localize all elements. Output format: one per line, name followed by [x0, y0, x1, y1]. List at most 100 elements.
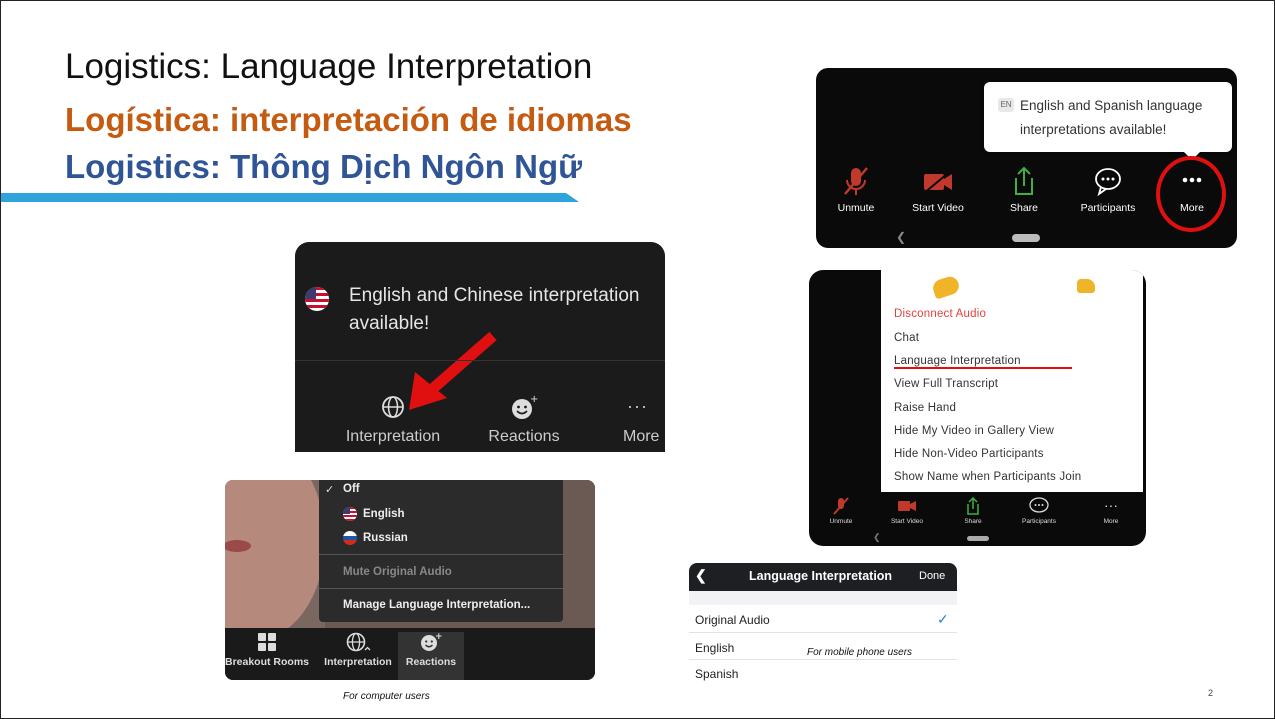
android-back-icon[interactable]: ❮	[873, 532, 881, 543]
off-label: Off	[343, 483, 360, 495]
more-dots-icon: ···	[627, 396, 648, 416]
done-button[interactable]: Done	[919, 570, 945, 582]
participants-label: Participants	[1022, 518, 1056, 525]
start-video-button[interactable]: Start Video	[898, 164, 978, 214]
row-divider	[689, 632, 957, 633]
mobile-interpretation-screenshot: ❮ Language Interpretation Done Original …	[689, 563, 957, 687]
reactions-button[interactable]: + Reactions	[398, 632, 464, 680]
english-label: English	[363, 508, 405, 520]
hide-my-video-item[interactable]: Hide My Video in Gallery View	[894, 425, 1054, 437]
unmute-label: Unmute	[829, 518, 853, 525]
interpretation-button[interactable]: Interpretation	[317, 632, 399, 680]
more-menu: Disconnect Audio Chat Language Interpret…	[881, 270, 1143, 492]
video-off-icon	[898, 164, 978, 198]
english-option[interactable]: English	[695, 641, 734, 655]
mobile-toolbar-screenshot: EN English and Spanish language interpre…	[816, 68, 1237, 248]
share-icon	[967, 496, 979, 515]
clap-icon[interactable]	[930, 274, 962, 300]
us-flag-icon	[343, 507, 357, 521]
language-interpretation-underline	[894, 367, 1072, 369]
share-label: Share	[964, 518, 982, 525]
microphone-muted-icon	[833, 497, 849, 515]
mute-original-audio-option[interactable]: Mute Original Audio	[343, 566, 452, 578]
interpretation-button[interactable]: Interpretation	[335, 394, 451, 446]
check-icon: ✓	[325, 484, 335, 496]
more-label: More	[623, 428, 660, 445]
emoji-plus-icon: +	[421, 632, 442, 651]
disconnect-audio-item[interactable]: Disconnect Audio	[894, 308, 986, 320]
start-video-button[interactable]: Start Video	[875, 496, 939, 525]
interpretation-dropdown: ✓ Off English Russian Mute Original Audi…	[319, 480, 563, 622]
more-label: More	[1103, 518, 1119, 525]
chat-item[interactable]: Chat	[894, 332, 919, 344]
share-icon	[984, 164, 1064, 198]
raise-hand-item[interactable]: Raise Hand	[894, 402, 956, 414]
original-audio-option[interactable]: Original Audio	[695, 613, 770, 627]
desktop-tooltip-screenshot: English and Chinese interpretation avail…	[295, 242, 665, 452]
title-english: Logistics: Language Interpretation	[65, 47, 593, 86]
row-divider	[689, 659, 957, 660]
more-dots-icon: ···	[1104, 497, 1118, 513]
unmute-button[interactable]: Unmute	[816, 164, 896, 214]
interpretation-label: Interpretation	[324, 656, 392, 668]
tooltip-text: English and Spanish language interpretat…	[1020, 98, 1203, 137]
share-label: Share	[1009, 202, 1039, 214]
interpretation-header: ❮ Language Interpretation Done	[689, 563, 957, 591]
show-name-item[interactable]: Show Name when Participants Join	[894, 471, 1081, 483]
page-number: 2	[1208, 688, 1214, 698]
thumbs-up-icon[interactable]	[1077, 279, 1095, 293]
participants-button[interactable]: Participants	[1068, 164, 1148, 214]
more-button[interactable]: ··· More	[1079, 496, 1143, 525]
unmute-button[interactable]: Unmute	[809, 496, 873, 525]
interpretation-available-tooltip: EN English and Spanish language interpre…	[984, 82, 1232, 160]
view-full-transcript-item[interactable]: View Full Transcript	[894, 378, 998, 390]
share-button[interactable]: Share	[984, 164, 1064, 214]
globe-icon	[382, 396, 404, 418]
android-home-pill[interactable]	[967, 536, 989, 541]
title-spanish: Logística: interpretación de idiomas	[65, 101, 632, 138]
video-off-icon	[898, 501, 916, 511]
reactions-button[interactable]: + Reactions	[479, 394, 569, 446]
share-button[interactable]: Share	[941, 496, 1005, 525]
unmute-label: Unmute	[837, 202, 875, 214]
participants-button[interactable]: Participants	[1007, 496, 1071, 525]
menu-divider	[319, 554, 563, 555]
start-video-label: Start Video	[912, 202, 964, 214]
mobile-more-menu-screenshot: Disconnect Audio Chat Language Interpret…	[809, 270, 1146, 546]
grid-icon	[258, 633, 276, 651]
breakout-rooms-label: Breakout Rooms	[225, 656, 309, 668]
language-interpretation-item[interactable]: Language Interpretation	[894, 355, 1021, 367]
check-icon: ✓	[937, 611, 949, 627]
svg-text:+: +	[530, 394, 538, 405]
title-vietnamese: Logistics: Thông Dịch Ngôn Ngữ	[65, 148, 583, 185]
chat-bubble-icon	[1029, 497, 1049, 513]
start-video-label: Start Video	[890, 518, 924, 525]
russian-flag-icon	[343, 531, 357, 545]
mobile-toolbar: Unmute Start Video Share Participants ··…	[809, 496, 1146, 532]
android-home-pill[interactable]	[1012, 234, 1040, 242]
mobile-users-caption: For mobile phone users	[807, 647, 913, 658]
slide: Logistics: Language Interpretation Logís…	[0, 0, 1275, 719]
back-arrow-icon[interactable]: ❮	[695, 567, 707, 584]
hide-non-video-item[interactable]: Hide Non-Video Participants	[894, 448, 1044, 460]
language-badge: EN	[998, 98, 1014, 112]
reactions-label: Reactions	[488, 428, 560, 445]
emoji-plus-icon: +	[512, 394, 538, 419]
desktop-toolbar: Breakout Rooms Interpretation + Reaction…	[225, 628, 595, 680]
more-highlight-circle	[1156, 156, 1226, 232]
participants-label: Participants	[1080, 202, 1136, 214]
android-back-icon[interactable]: ❮	[896, 230, 906, 244]
reactions-label: Reactions	[405, 656, 457, 668]
more-button[interactable]: ··· More	[623, 394, 665, 446]
spanish-option[interactable]: Spanish	[695, 667, 738, 681]
interpretation-title: Language Interpretation	[749, 569, 893, 583]
russian-label: Russian	[363, 532, 408, 544]
breakout-rooms-button[interactable]: Breakout Rooms	[225, 632, 315, 680]
manage-language-interpretation-option[interactable]: Manage Language Interpretation...	[343, 599, 530, 611]
title-accent-line	[1, 193, 579, 202]
interpretation-label: Interpretation	[345, 428, 441, 445]
divider	[295, 360, 665, 361]
chat-bubble-icon	[1068, 164, 1148, 198]
microphone-muted-icon	[816, 164, 896, 198]
desktop-dropdown-screenshot: ✓ Off English Russian Mute Original Audi…	[225, 480, 595, 680]
